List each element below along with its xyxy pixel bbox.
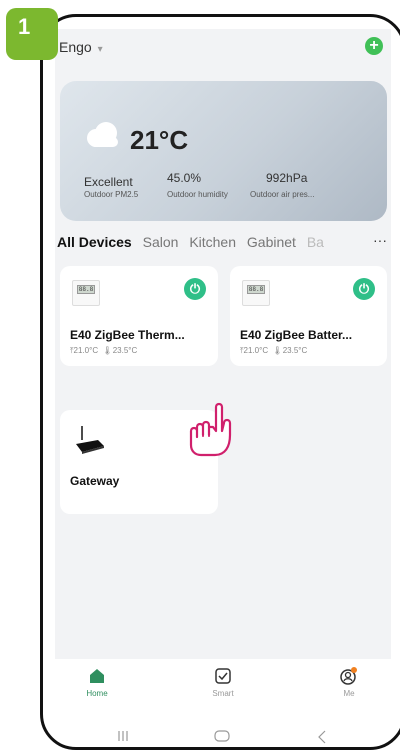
humidity-label: Outdoor humidity xyxy=(167,190,228,199)
device-temperatures: ⤒21.0°C 🌡︎23.5°C xyxy=(240,346,307,356)
power-icon[interactable]: ⏻ xyxy=(184,278,206,300)
cloud-icon xyxy=(87,122,118,147)
gateway-name: Gateway xyxy=(70,474,120,488)
pm25-label: Outdoor PM2.5 xyxy=(84,190,139,199)
smart-checkbox-icon xyxy=(193,667,253,685)
weather-card: 21°C Excellent Outdoor PM2.5 45.0% Outdo… xyxy=(60,81,387,221)
device-card-battery-thermostat[interactable]: 88.8 ⏻ E40 ZigBee Batter... ⤒21.0°C 🌡︎23… xyxy=(230,266,387,366)
device-card-thermostat[interactable]: 88.8 ⏻ E40 ZigBee Therm... ⤒21.0°C 🌡︎23.… xyxy=(60,266,218,366)
add-device-button[interactable]: + xyxy=(365,37,383,55)
bottom-navigation: Home Smart Me xyxy=(55,659,391,715)
thermostat-lcd-display: 88.8 xyxy=(247,285,265,294)
tab-bathroom[interactable]: Ba xyxy=(307,234,324,250)
humidity-value: 45.0% xyxy=(167,171,202,185)
home-icon xyxy=(67,667,127,685)
thermostat-device-icon: 88.8 xyxy=(242,280,270,306)
pm25-value: Excellent xyxy=(84,175,133,189)
set-temperature: 21.0°C xyxy=(243,346,269,355)
tab-salon[interactable]: Salon xyxy=(143,234,179,250)
profile-icon xyxy=(319,667,379,685)
home-name-label: Engo xyxy=(59,39,92,55)
chevron-down-icon: ▾ xyxy=(97,44,103,55)
nav-home-label: Home xyxy=(86,689,108,698)
device-name: E40 ZigBee Therm... xyxy=(70,328,185,342)
device-temperatures: ⤒21.0°C 🌡︎23.5°C xyxy=(70,346,137,356)
room-tabs: All Devices Salon Kitchen Gabinet Ba xyxy=(57,234,389,258)
tab-kitchen[interactable]: Kitchen xyxy=(189,234,236,250)
outdoor-temperature: 21°C xyxy=(130,125,189,155)
pointing-hand-icon xyxy=(189,402,232,457)
system-gesture-bar xyxy=(118,730,326,744)
step-number-badge: 1 xyxy=(6,8,58,60)
weather-stat-pm25: Excellent Outdoor PM2.5 xyxy=(84,171,138,199)
home-selector[interactable]: Engo ▾ xyxy=(59,39,103,55)
top-bar: Engo ▾ + xyxy=(55,29,391,67)
set-temperature: 21.0°C xyxy=(73,346,99,355)
recent-apps-icon xyxy=(118,731,128,741)
tab-all-devices[interactable]: All Devices xyxy=(57,234,132,250)
nav-smart[interactable]: Smart xyxy=(193,667,253,698)
current-temperature: 23.5°C xyxy=(282,346,308,355)
thermometer-icon: 🌡︎ xyxy=(100,346,113,355)
home-gesture-icon xyxy=(214,730,230,742)
more-tabs-button[interactable]: ··· xyxy=(369,232,387,248)
nav-smart-label: Smart xyxy=(212,689,234,698)
thermostat-device-icon: 88.8 xyxy=(72,280,100,306)
pressure-label: Outdoor air pres... xyxy=(250,190,315,199)
device-name: E40 ZigBee Batter... xyxy=(240,328,353,342)
nav-me-label: Me xyxy=(343,689,355,698)
nav-me[interactable]: Me xyxy=(319,667,379,698)
thermometer-icon: 🌡︎ xyxy=(270,346,283,355)
app-screen: Engo ▾ + 21°C Excellent Outdoor PM2.5 45… xyxy=(55,29,391,715)
power-icon[interactable]: ⏻ xyxy=(353,278,375,300)
weather-stat-humidity: 45.0% Outdoor humidity xyxy=(167,171,228,199)
current-temperature: 23.5°C xyxy=(112,346,138,355)
back-icon xyxy=(318,730,326,744)
thermostat-lcd-display: 88.8 xyxy=(77,285,95,294)
step-number: 1 xyxy=(18,14,31,39)
pressure-value: 992hPa xyxy=(266,171,308,185)
nav-home[interactable]: Home xyxy=(67,667,127,698)
phone-frame: Engo ▾ + 21°C Excellent Outdoor PM2.5 45… xyxy=(40,14,400,750)
tab-gabinet[interactable]: Gabinet xyxy=(247,234,296,250)
weather-stat-pressure: 992hPa Outdoor air pres... xyxy=(250,171,314,199)
gateway-router-icon xyxy=(76,426,104,454)
